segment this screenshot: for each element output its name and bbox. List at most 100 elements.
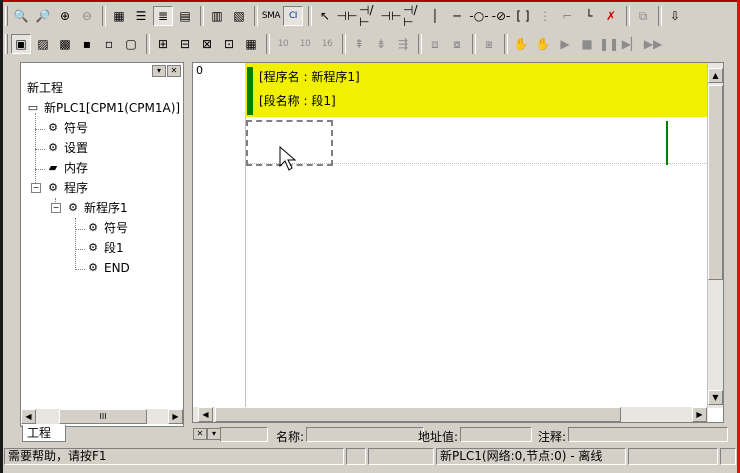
- output-window-icon[interactable]: ▨: [33, 34, 53, 54]
- collapse-icon[interactable]: −: [31, 183, 41, 193]
- mnemonic-view-icon[interactable]: ⊠: [197, 34, 217, 54]
- symbol-table-icon[interactable]: ⊟: [175, 34, 195, 54]
- field-bar-close-icon[interactable]: ✕: [193, 428, 207, 440]
- toolbar-grip[interactable]: [5, 6, 8, 26]
- hex16-button[interactable]: 16: [317, 34, 337, 54]
- properties-icon[interactable]: ▫: [99, 34, 119, 54]
- tree-icon[interactable]: ▧: [229, 6, 249, 26]
- instruction-icon[interactable]: [ ]: [513, 6, 533, 26]
- zoom-out-icon[interactable]: ⊖: [77, 6, 97, 26]
- step-back-icon[interactable]: ▶▶: [643, 34, 663, 54]
- grid-icon[interactable]: ▦: [109, 6, 129, 26]
- scroll-left-icon[interactable]: ◀: [198, 407, 213, 422]
- scroll-thumb[interactable]: [708, 85, 723, 280]
- play-icon[interactable]: ▶: [555, 34, 575, 54]
- section-icon: ⚙: [88, 241, 98, 254]
- vertical-line-icon[interactable]: │: [425, 6, 445, 26]
- toolbar-ladder-elements: 🔍 🔎 ⊕ ⊖ ▦ ☰ ≣ ▤ ▥ ▧ SMA CI ↖ ⊣⊢ ⊣/⊢ ⊣⊢ ⊣…: [4, 3, 736, 29]
- line-connect-icon[interactable]: └: [579, 6, 599, 26]
- zoom-in-icon[interactable]: ⊕: [55, 6, 75, 26]
- coil-icon[interactable]: -○-: [469, 6, 489, 26]
- horizontal-line-icon[interactable]: ─: [447, 6, 467, 26]
- scroll-right-icon[interactable]: ▶: [692, 407, 707, 422]
- scroll-thumb[interactable]: [215, 407, 621, 422]
- transfer-edit-icon[interactable]: ⇶: [393, 34, 413, 54]
- symbol-comment-icon[interactable]: ☰: [131, 6, 151, 26]
- ci-icon[interactable]: CI: [283, 6, 303, 26]
- tab-project[interactable]: 工程: [22, 425, 66, 442]
- nc-contact-icon[interactable]: ⊣/⊢: [359, 4, 379, 28]
- pane-dropdown-icon[interactable]: ▾: [152, 65, 166, 77]
- set-icon[interactable]: ✋: [533, 34, 553, 54]
- status-bar: 需要帮助，请按F1 新PLC1(网络:0,节点:0) - 离线: [4, 447, 736, 466]
- tree-item-label: 符号: [64, 121, 89, 135]
- dec10-button[interactable]: 10: [295, 34, 315, 54]
- toolbar-grip[interactable]: [5, 34, 8, 54]
- stop-icon[interactable]: ■: [577, 34, 597, 54]
- name-field[interactable]: [306, 427, 424, 442]
- tree-horizontal-scrollbar[interactable]: ◀ III ▶: [21, 409, 183, 424]
- io-table-icon[interactable]: ⊡: [219, 34, 239, 54]
- memory-view-icon[interactable]: ▦: [241, 34, 261, 54]
- transfer-icon[interactable]: ⇩: [665, 6, 685, 26]
- program-header-bar: [247, 67, 253, 115]
- collapse-icon[interactable]: −: [51, 203, 61, 213]
- ladder-horizontal-scrollbar[interactable]: ◀ ▶: [193, 407, 708, 422]
- cross-ref-icon[interactable]: ▥: [207, 6, 227, 26]
- resize-grip-icon[interactable]: [720, 448, 736, 465]
- address-field[interactable]: [460, 427, 532, 442]
- tree-item-section1[interactable]: ⚙ 段1: [85, 239, 124, 257]
- settings-window-icon[interactable]: ▢: [121, 34, 141, 54]
- scroll-right-icon[interactable]: ▶: [168, 409, 183, 424]
- cancel-edit-icon[interactable]: ⇟: [371, 34, 391, 54]
- scroll-thumb[interactable]: III: [59, 409, 147, 424]
- tree-item-symbols[interactable]: ⚙ 符号: [45, 119, 88, 137]
- compile-icon[interactable]: ⧈: [425, 34, 445, 54]
- online-icon[interactable]: ⧉: [633, 6, 653, 26]
- step-icon[interactable]: ▶▏: [621, 34, 641, 54]
- hex10-button[interactable]: 10: [273, 34, 293, 54]
- monitor-icon[interactable]: ▤: [175, 6, 195, 26]
- tree-item-project[interactable]: 新工程: [27, 79, 63, 97]
- operand-field[interactable]: [220, 427, 268, 442]
- nc-coil-icon[interactable]: -⊘-: [491, 6, 511, 26]
- list-view-icon[interactable]: ≣: [153, 6, 173, 26]
- tree-item-label: 程序: [64, 181, 89, 195]
- zoom-icon[interactable]: 🔍: [11, 6, 31, 26]
- project-window-icon[interactable]: ▣: [11, 34, 31, 54]
- delete-line-icon[interactable]: ✗: [601, 6, 621, 26]
- connect-icon[interactable]: ⌐: [557, 6, 577, 26]
- compare-icon[interactable]: ⧇: [447, 34, 467, 54]
- watch-window-icon[interactable]: ▩: [55, 34, 75, 54]
- scroll-down-icon[interactable]: ▼: [708, 390, 723, 405]
- pane-close-icon[interactable]: ✕: [167, 65, 181, 77]
- tree-item-programs[interactable]: − ⚙ 程序: [31, 179, 88, 197]
- tree-item-end[interactable]: ⚙ END: [85, 259, 130, 277]
- or-contact-icon[interactable]: ⊣⊢: [381, 6, 402, 26]
- find-icon[interactable]: 🔎: [33, 6, 53, 26]
- ladder-view-icon[interactable]: ⊞: [153, 34, 173, 54]
- comment-field[interactable]: [568, 427, 728, 442]
- no-contact-icon[interactable]: ⊣⊢: [337, 6, 358, 26]
- field-bar-menu-icon[interactable]: ▾: [207, 428, 221, 440]
- sma-icon[interactable]: SMA: [261, 6, 281, 26]
- tree-item-memory[interactable]: ▰ 内存: [45, 159, 88, 177]
- ladder-editor[interactable]: 0 [程序名 : 新程序1] [段名称 : 段1] ▲ ▼ ◀ ▶: [192, 62, 724, 423]
- scroll-left-icon[interactable]: ◀: [21, 409, 36, 424]
- address-ref-icon[interactable]: ▪: [77, 34, 97, 54]
- tree-item-program-symbols[interactable]: ⚙ 符号: [85, 219, 128, 237]
- ladder-vertical-scrollbar[interactable]: ▲ ▼: [707, 63, 723, 408]
- online-edit-icon[interactable]: ⇞: [349, 34, 369, 54]
- scroll-up-icon[interactable]: ▲: [708, 68, 723, 83]
- or-nc-contact-icon[interactable]: ⊣/⊢: [403, 4, 423, 28]
- tree-item-label: 设置: [64, 141, 89, 155]
- force-icon[interactable]: ✋: [511, 34, 531, 54]
- select-arrow-icon[interactable]: ↖: [315, 6, 335, 26]
- field-bar: ✕ ▾ 名称: 地址值: 注释:: [192, 427, 732, 444]
- tree-item-settings[interactable]: ⚙ 设置: [45, 139, 88, 157]
- tree-item-plc[interactable]: ▭ 新PLC1[CPM1(CPM1A)]: [25, 99, 180, 117]
- pause-icon[interactable]: ❚❚: [599, 34, 619, 54]
- compile-all-icon[interactable]: ⧆: [479, 34, 499, 54]
- pulse-icon[interactable]: ⋮: [535, 6, 555, 26]
- tree-item-new-program[interactable]: − ⚙ 新程序1: [51, 199, 128, 217]
